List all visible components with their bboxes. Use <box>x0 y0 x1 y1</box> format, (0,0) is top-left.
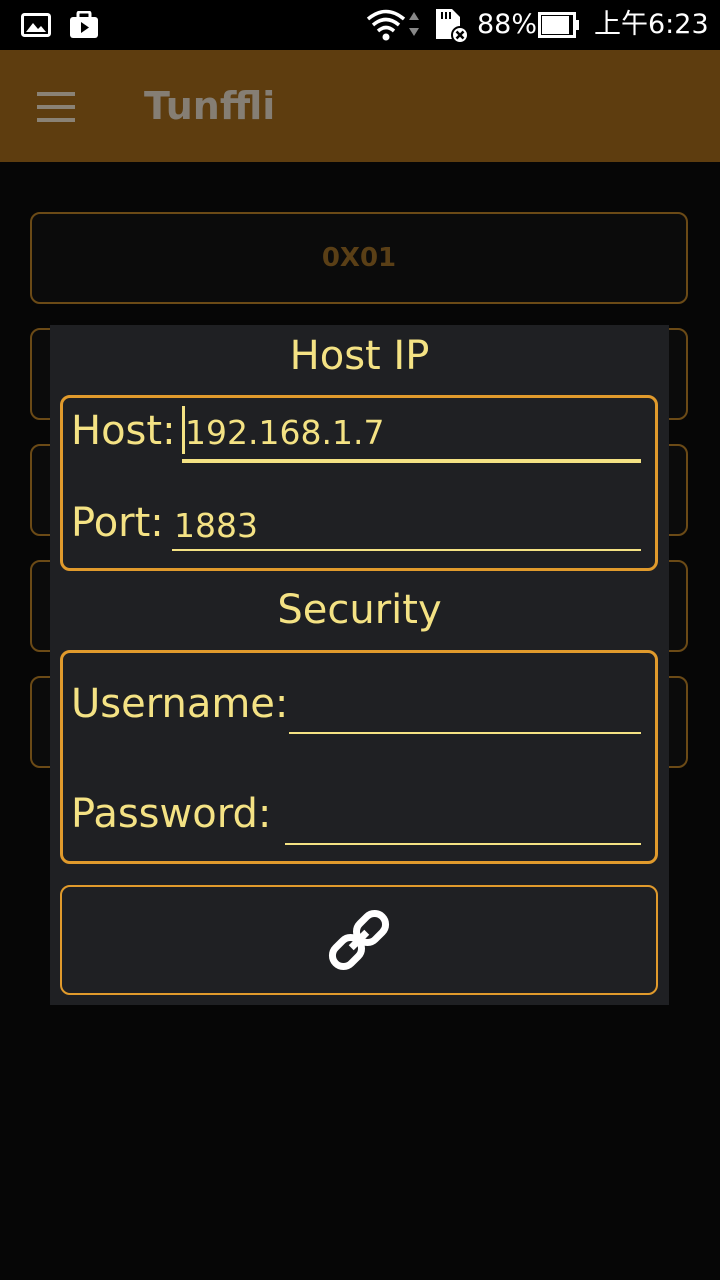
sd-card-error-icon <box>434 0 470 50</box>
username-input-underline <box>289 732 641 734</box>
battery-icon <box>538 0 580 50</box>
password-label: Password: <box>71 791 272 837</box>
host-label: Host: <box>71 408 176 454</box>
password-input[interactable] <box>285 795 641 839</box>
host-input-underline <box>182 459 641 463</box>
status-bar: 88% 上午6:23 <box>0 0 720 50</box>
connection-dialog: Host IP Host: Port: Security Username: P… <box>50 325 669 1005</box>
host-input[interactable] <box>183 410 641 454</box>
gallery-icon <box>21 0 51 50</box>
device-button-label: 0X01 <box>321 243 397 273</box>
username-label: Username: <box>71 681 289 727</box>
battery-percentage: 88% <box>477 9 538 40</box>
play-store-icon <box>69 0 99 50</box>
clock: 上午6:23 <box>594 9 709 40</box>
connect-button[interactable] <box>60 885 658 995</box>
hamburger-menu-icon[interactable] <box>37 92 75 122</box>
port-input[interactable] <box>172 503 641 547</box>
security-section-title: Security <box>277 587 442 633</box>
link-icon <box>328 909 390 971</box>
app-bar: Tunffli <box>0 50 720 162</box>
password-input-underline <box>285 843 641 845</box>
wifi-icon <box>366 0 422 50</box>
security-group: Username: Password: <box>60 650 658 864</box>
port-label: Port: <box>71 500 164 546</box>
app-title: Tunffli <box>144 84 276 128</box>
host-section-title: Host IP <box>289 333 430 379</box>
host-group: Host: Port: <box>60 395 658 571</box>
port-input-underline <box>172 549 641 551</box>
device-button-1[interactable]: 0X01 <box>30 212 688 304</box>
username-input[interactable] <box>289 685 641 729</box>
